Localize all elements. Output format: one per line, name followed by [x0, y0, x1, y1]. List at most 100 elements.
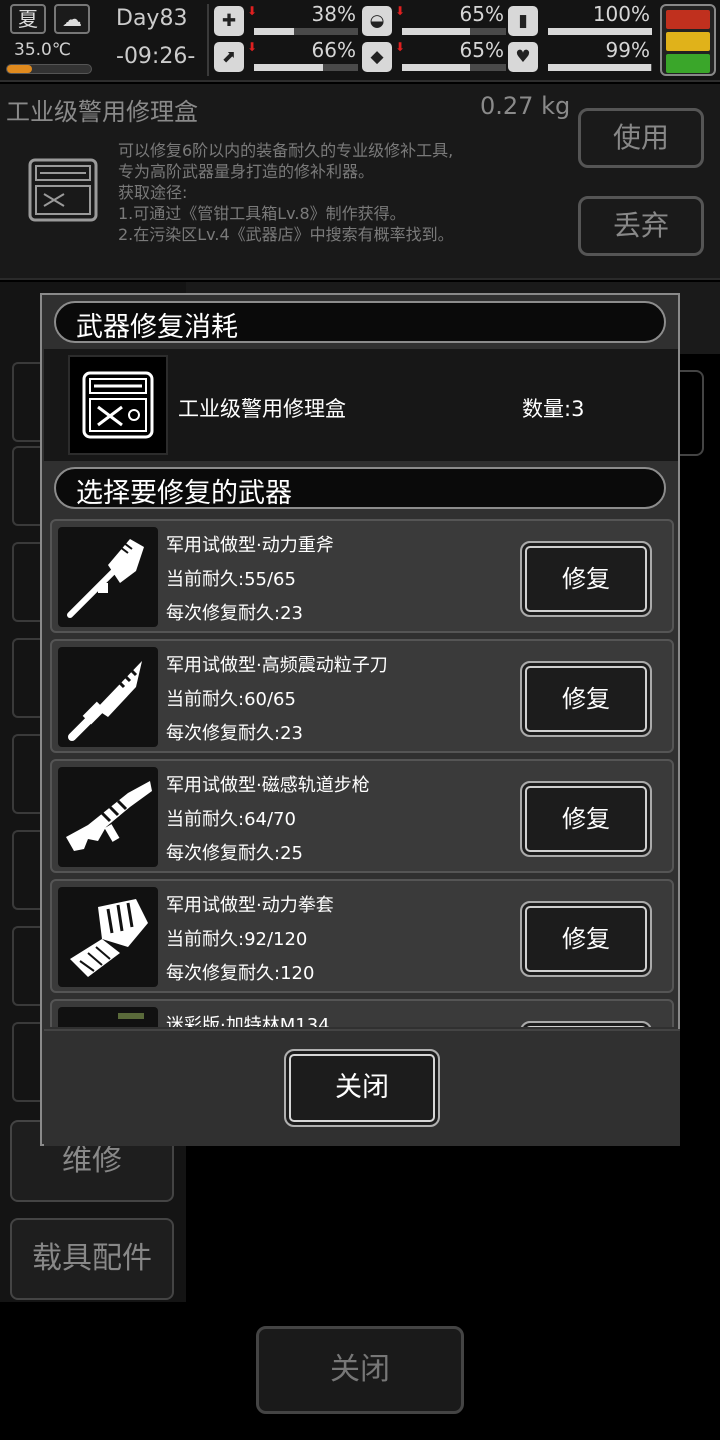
sidebar-stub[interactable]: [12, 734, 42, 814]
battery-icon: ▮: [508, 6, 538, 36]
sidebar-item-vehicle-parts[interactable]: 载具配件: [10, 1218, 174, 1300]
desc-line: 1.可通过《管钳工具箱Lv.8》制作获得。: [118, 204, 406, 223]
dialog-footer: 关闭: [44, 1029, 680, 1146]
repair-cost-header: 武器修复消耗: [54, 301, 666, 343]
repair-button[interactable]: 修复: [520, 901, 652, 977]
stat-value: 65%: [459, 38, 504, 62]
water-icon: ◆: [362, 42, 392, 72]
repair-button[interactable]: 修复: [520, 1021, 652, 1027]
health-icon: ✚: [214, 6, 244, 36]
stat-battery: ▮ 100%: [508, 2, 654, 40]
select-weapon-title: 选择要修复的武器: [76, 478, 292, 509]
signal-green: [666, 54, 710, 73]
stat-value: 100%: [592, 2, 650, 26]
arrow-down-icon: ⬇: [395, 40, 406, 54]
stat-bar: [402, 64, 506, 71]
stat-bar: [548, 28, 652, 35]
weapon-row: 军用试做型·动力拳套 当前耐久:92/120 每次修复耐久:120 修复: [50, 879, 674, 993]
signal-yellow: [666, 32, 710, 51]
signal-indicator[interactable]: [660, 4, 716, 76]
repair-box-icon: [14, 140, 110, 236]
arrow-down-icon: ⬇: [395, 4, 406, 18]
stat-value: 66%: [311, 38, 356, 62]
desc-line: 专为高阶武器量身打造的修补利器。: [118, 162, 375, 181]
weapon-repair-amount: 每次修复耐久:23: [166, 723, 303, 744]
weapon-durability: 当前耐久:92/120: [166, 929, 308, 950]
weapon-row: 军用试做型·高频震动粒子刀 当前耐久:60/65 每次修复耐久:23 修复: [50, 639, 674, 753]
sidebar-stub[interactable]: [12, 362, 42, 442]
signal-red: [666, 10, 710, 29]
stamina-icon: ⬈: [214, 42, 244, 72]
heart-icon: ♥: [508, 42, 538, 72]
sidebar-stub[interactable]: [12, 542, 42, 622]
stat-stamina: ⬈ ⬇ 66%: [214, 38, 360, 76]
weapon-repair-amount: 每次修复耐久:23: [166, 603, 303, 624]
stat-bar: [402, 28, 506, 35]
discard-button[interactable]: 丢弃: [578, 196, 704, 256]
stat-bar-fill: [402, 64, 470, 71]
stat-bar-fill: [548, 64, 651, 71]
weapon-name: 迷彩版·加特林M134: [166, 1015, 330, 1027]
weapon-list[interactable]: 军用试做型·动力重斧 当前耐久:55/65 每次修复耐久:23 修复 军用试做型…: [48, 513, 676, 1027]
stat-health: ✚ ⬇ 38%: [214, 2, 360, 40]
item-detail-panel: 工业级警用修理盒 0.27 kg 可以修复6阶以内的装备耐久的专业级修补工具, …: [0, 84, 720, 280]
season-badge: 夏: [10, 4, 46, 34]
day-counter: Day83: [116, 6, 188, 31]
sidebar-stub[interactable]: [12, 1022, 42, 1102]
background-close-button[interactable]: 关闭: [256, 1326, 464, 1414]
repair-tool-quantity: 数量:3: [522, 397, 585, 421]
weapon-durability: 当前耐久:64/70: [166, 809, 296, 830]
gatling-icon: [58, 1007, 158, 1027]
item-name: 工业级警用修理盒: [6, 98, 198, 126]
sidebar-stub[interactable]: [12, 446, 42, 526]
use-button[interactable]: 使用: [578, 108, 704, 168]
stat-bar: [254, 64, 358, 71]
item-description: 可以修复6阶以内的装备耐久的专业级修补工具, 专为高阶武器量身打造的修补利器。 …: [118, 140, 568, 245]
stat-value: 65%: [459, 2, 504, 26]
stat-bar: [254, 28, 358, 35]
stat-value: 99%: [605, 38, 650, 62]
sidebar-stub[interactable]: [12, 926, 42, 1006]
dialog-title: 武器修复消耗: [76, 312, 238, 343]
status-bar: 夏 ☁ 35.0℃ Day83 -09:26- ✚ ⬇ 38% ◒ ⬇ 65% …: [0, 0, 720, 82]
arrow-down-icon: ⬇: [247, 4, 258, 18]
rail-rifle-icon: [58, 767, 158, 867]
particle-blade-icon: [58, 647, 158, 747]
repair-button[interactable]: 修复: [520, 661, 652, 737]
stat-hunger: ◒ ⬇ 65%: [362, 2, 508, 40]
temperature-bar-fill: [7, 65, 33, 73]
weapon-repair-amount: 每次修复耐久:25: [166, 843, 303, 864]
weapon-durability: 当前耐久:55/65: [166, 569, 296, 590]
select-weapon-header: 选择要修复的武器: [54, 467, 666, 509]
weapon-name: 军用试做型·动力重斧: [166, 535, 334, 556]
stat-water: ◆ ⬇ 65%: [362, 38, 508, 76]
weapon-repair-dialog: 武器修复消耗 工业级警用修理盒 数量:3 选择要修复的武器 军用试做型·动力重斧…: [40, 293, 680, 1146]
stat-bar-fill: [548, 28, 652, 35]
weapon-name: 军用试做型·高频震动粒子刀: [166, 655, 388, 676]
weapon-row: 军用试做型·动力重斧 当前耐久:55/65 每次修复耐久:23 修复: [50, 519, 674, 633]
repair-button[interactable]: 修复: [520, 541, 652, 617]
stat-bar-fill: [254, 28, 294, 35]
repair-button[interactable]: 修复: [520, 781, 652, 857]
desc-line: 2.在污染区Lv.4《武器店》中搜索有概率找到。: [118, 225, 454, 244]
close-button[interactable]: 关闭: [284, 1049, 440, 1127]
weapon-row: 军用试做型·磁感轨道步枪 当前耐久:64/70 每次修复耐久:25 修复: [50, 759, 674, 873]
weapon-row: 迷彩版·加特林M134 修复: [50, 999, 674, 1027]
stat-bar-fill: [254, 64, 323, 71]
temperature-text: 35.0℃: [14, 40, 71, 60]
power-axe-icon: [58, 527, 158, 627]
sidebar-stub[interactable]: [12, 830, 42, 910]
temperature-bar: [6, 64, 92, 74]
repair-tool-name: 工业级警用修理盒: [178, 397, 346, 421]
repair-tool-row: 工业级警用修理盒 数量:3: [44, 349, 678, 461]
stat-bar-fill: [402, 28, 470, 35]
arrow-down-icon: ⬇: [247, 40, 258, 54]
divider: [207, 4, 209, 76]
background-card-stub: [680, 370, 704, 456]
stat-heart: ♥ 99%: [508, 38, 654, 76]
game-time: -09:26-: [116, 44, 196, 69]
desc-line: 获取途径:: [118, 183, 188, 202]
sidebar-stub[interactable]: [12, 638, 42, 718]
weapon-repair-amount: 每次修复耐久:120: [166, 963, 315, 984]
stat-bar: [548, 64, 652, 71]
